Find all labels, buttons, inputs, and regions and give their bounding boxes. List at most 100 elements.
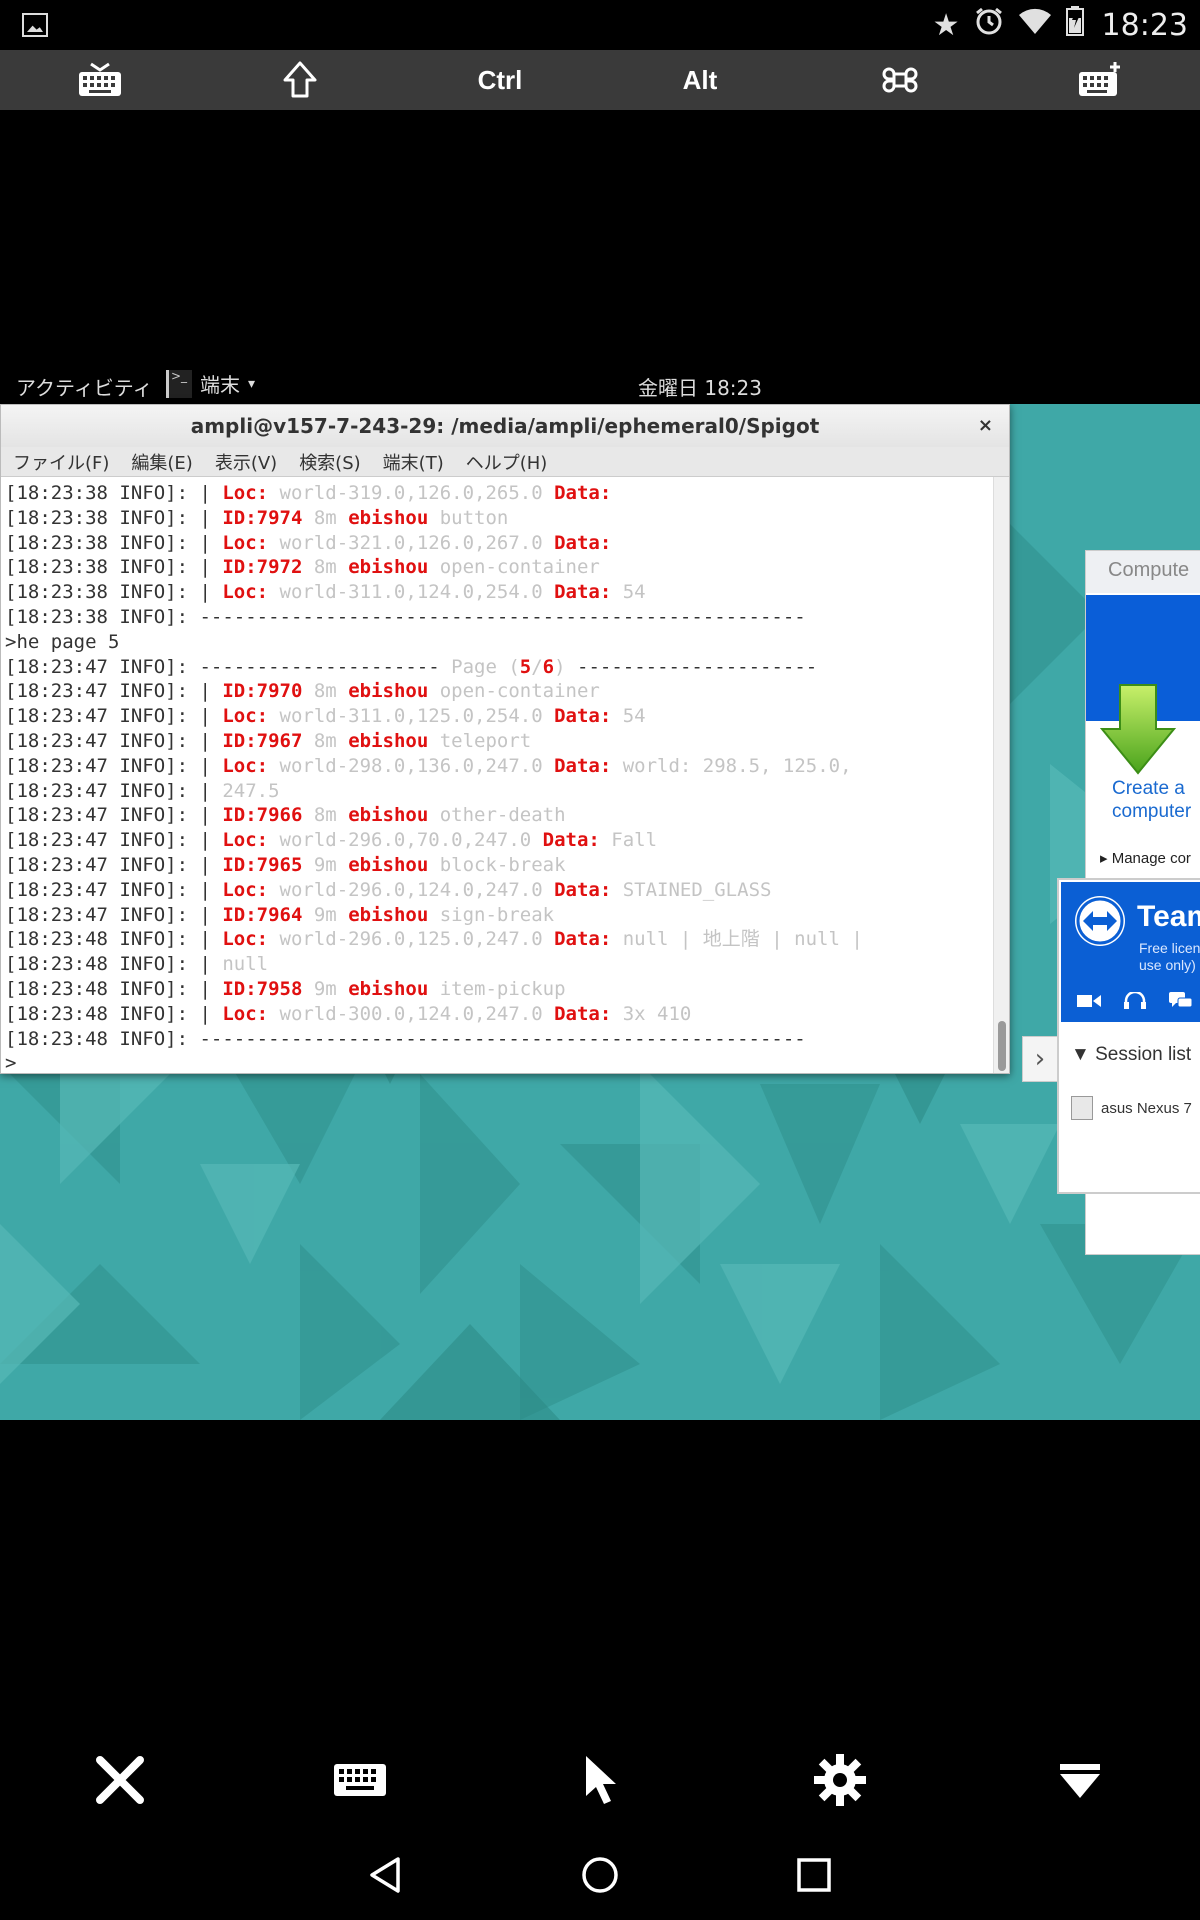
terminal-text: [18:23:38 INFO]: |	[5, 581, 223, 604]
terminal-line: [18:23:48 INFO]: | Loc: world-300.0,124.…	[5, 1002, 993, 1027]
terminal-text: 9m	[313, 903, 349, 926]
terminal-text: [18:23:38 INFO]: |	[5, 531, 223, 554]
terminal-text: >	[5, 1052, 17, 1073]
ctrl-button[interactable]: Ctrl	[400, 50, 600, 110]
terminal-text: ID:7965	[222, 853, 314, 876]
terminal-text: [18:23:38 INFO]: |	[5, 482, 223, 504]
terminal-text: >he page 5	[5, 630, 120, 653]
keyboard-button[interactable]	[0, 50, 200, 110]
terminal-text: world-311.0,124.0,254.0	[279, 581, 555, 604]
shift-icon	[283, 61, 317, 98]
terminal-window[interactable]: ampli@v157-7-243-29: /media/ampli/epheme…	[0, 404, 1010, 1074]
home-icon[interactable]	[578, 1853, 622, 1897]
terminal-menu-item[interactable]: 端末(T)	[383, 449, 444, 475]
recents-icon[interactable]	[792, 1853, 836, 1897]
terminal-text: [18:23:38 INFO]: |	[5, 556, 223, 579]
terminal-output[interactable]: [18:23:38 INFO]: | Loc: world-319.0,126.…	[1, 477, 993, 1073]
download-arrow-icon	[1098, 681, 1178, 781]
alarm-icon	[974, 6, 1004, 44]
pointer-mode-button[interactable]	[480, 1740, 720, 1820]
terminal-text: 5	[519, 655, 532, 678]
teamviewer-panel[interactable]: Team Free licen use only) ▼ Session list…	[1057, 878, 1200, 1194]
terminal-text: Data:	[554, 754, 623, 777]
pointer-icon	[586, 1756, 616, 1804]
terminal-line: [18:23:38 INFO]: | Loc: world-321.0,126.…	[5, 531, 993, 556]
close-icon[interactable]: ×	[978, 405, 993, 447]
settings-button[interactable]	[720, 1740, 960, 1820]
terminal-text: ebishou	[348, 977, 440, 1000]
close-session-button[interactable]	[0, 1740, 240, 1820]
terminal-text: ID:7970	[222, 680, 314, 703]
terminal-text: 8m	[313, 804, 349, 827]
status-bar: ★ 18:23	[0, 0, 1200, 50]
terminal-line: >he page 5	[5, 630, 993, 655]
session-list-header[interactable]: ▼ Session list	[1071, 1044, 1191, 1066]
show-keyboard-button[interactable]	[240, 1740, 480, 1820]
gnome-clock[interactable]: 金曜日 18:23	[638, 372, 762, 401]
video-icon[interactable]	[1077, 992, 1101, 1010]
terminal-text: Loc:	[222, 581, 280, 604]
chat-icon[interactable]	[1169, 992, 1193, 1010]
activities-button[interactable]: アクティビティ	[16, 372, 153, 401]
terminal-text: 54	[622, 581, 646, 604]
terminal-text: ID:7974	[222, 506, 314, 529]
terminal-line: [18:23:47 INFO]: | Loc: world-296.0,124.…	[5, 878, 993, 903]
terminal-text: Loc:	[222, 754, 280, 777]
terminal-text: 8m	[313, 729, 349, 752]
collapse-toolbar-button[interactable]	[960, 1740, 1200, 1820]
terminal-text: ID:7972	[222, 556, 314, 579]
star-icon: ★	[932, 7, 960, 43]
terminal-text: [18:23:48 INFO]: |	[5, 953, 223, 976]
terminal-text: Data:	[554, 1002, 623, 1025]
shift-button[interactable]	[200, 50, 400, 110]
collapse-icon	[1060, 1764, 1100, 1798]
status-clock: 18:23	[1101, 7, 1188, 43]
terminal-text: [18:23:47 INFO]: |	[5, 853, 223, 876]
terminal-scrollbar[interactable]	[993, 477, 1009, 1073]
teamviewer-logo-icon	[1075, 896, 1125, 946]
terminal-text: Data:	[554, 928, 623, 951]
teamviewer-header: Team Free licen use only)	[1061, 882, 1200, 1022]
terminal-menu-item[interactable]: 編集(E)	[131, 449, 192, 475]
back-icon[interactable]	[364, 1853, 408, 1897]
headset-icon[interactable]	[1123, 990, 1147, 1010]
terminal-titlebar[interactable]: ampli@v157-7-243-29: /media/ampli/epheme…	[1, 405, 1009, 447]
terminal-text: Data:	[554, 705, 623, 728]
terminal-line: [18:23:38 INFO]: | ID:7972 8m ebishou op…	[5, 555, 993, 580]
gnome-top-bar: アクティビティ >_ 端末 ▾ 金曜日 18:23	[0, 364, 1200, 404]
command-button[interactable]	[800, 50, 1000, 110]
terminal-text: world-296.0,125.0,247.0	[279, 928, 555, 951]
terminal-text: ebishou	[348, 729, 440, 752]
terminal-text: 3x 410	[622, 1002, 692, 1025]
terminal-menu-item[interactable]: ファイル(F)	[13, 449, 109, 475]
terminal-text: /	[531, 655, 543, 678]
scrollbar-thumb[interactable]	[998, 1021, 1006, 1071]
terminal-text: ebishou	[348, 680, 440, 703]
manage-computers-link[interactable]: ▸ Manage cor	[1100, 849, 1191, 867]
terminal-menubar: ファイル(F) 編集(E) 表示(V) 検索(S) 端末(T) ヘルプ(H)	[1, 447, 1009, 477]
create-link-line2: computer	[1112, 801, 1192, 822]
session-device-name: asus Nexus 7	[1101, 1099, 1192, 1117]
terminal-text: ID:7966	[222, 804, 314, 827]
terminal-menu-item[interactable]: 検索(S)	[299, 449, 360, 475]
terminal-text: world-321.0,126.0,267.0	[279, 531, 555, 554]
app-menu-label: 端末	[200, 373, 240, 397]
alt-button[interactable]: Alt	[600, 50, 800, 110]
app-menu[interactable]: >_ 端末 ▾	[166, 369, 255, 398]
terminal-text: [18:23:47 INFO]: |	[5, 705, 223, 728]
panel-expand-button[interactable]: ›	[1022, 1036, 1058, 1082]
terminal-text: Fall	[611, 829, 658, 852]
session-item[interactable]: asus Nexus 7	[1071, 1096, 1192, 1120]
terminal-text: [18:23:48 INFO]: |	[5, 928, 223, 951]
terminal-text: [18:23:47 INFO]: |	[5, 903, 223, 926]
terminal-menu-item[interactable]: 表示(V)	[215, 449, 277, 475]
terminal-menu-item[interactable]: ヘルプ(H)	[466, 449, 548, 475]
terminal-text: world: 298.5, 125.0,	[622, 754, 852, 777]
create-computer-link[interactable]: Create a computer	[1112, 777, 1191, 823]
terminal-text: [18:23:47 INFO]: |	[5, 804, 223, 827]
terminal-text: ID:7967	[222, 729, 314, 752]
terminal-text: world-296.0,70.0,247.0	[279, 829, 543, 852]
license-note: Free licen use only)	[1139, 940, 1200, 974]
extra-keyboard-button[interactable]	[1000, 50, 1200, 110]
terminal-line: [18:23:48 INFO]: | ID:7958 9m ebishou it…	[5, 977, 993, 1002]
